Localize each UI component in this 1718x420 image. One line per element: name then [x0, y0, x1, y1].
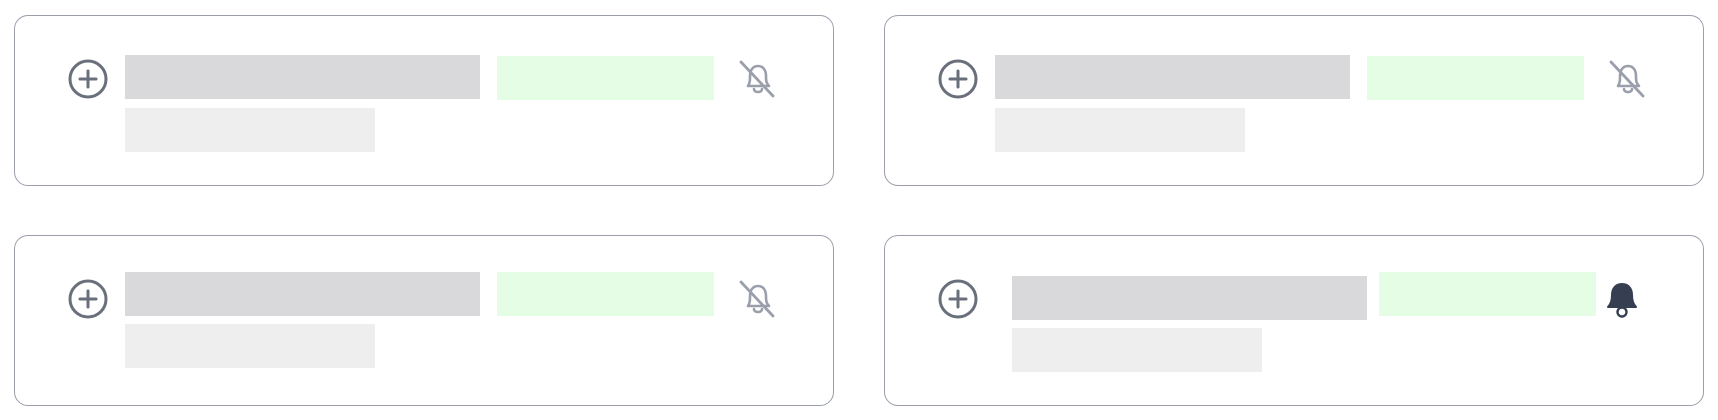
add-button[interactable]	[68, 279, 108, 319]
tag-placeholder	[1367, 56, 1584, 100]
notification-toggle[interactable]	[733, 276, 779, 322]
tag-placeholder	[497, 272, 714, 316]
plus-circle-icon	[68, 279, 108, 319]
plus-circle-icon	[68, 59, 108, 99]
add-button[interactable]	[938, 279, 978, 319]
subtitle-placeholder	[995, 108, 1245, 152]
title-placeholder	[1012, 276, 1367, 320]
title-placeholder	[995, 55, 1350, 99]
bell-off-icon	[739, 280, 775, 318]
add-button[interactable]	[938, 59, 978, 99]
notification-toggle[interactable]	[1600, 276, 1646, 322]
notification-toggle[interactable]	[1603, 56, 1649, 102]
add-button[interactable]	[68, 59, 108, 99]
plus-circle-icon	[938, 279, 978, 319]
bell-off-icon	[739, 60, 775, 98]
item-card	[884, 235, 1704, 406]
item-card	[14, 235, 834, 406]
bell-filled-icon	[1607, 283, 1637, 318]
item-card	[14, 15, 834, 186]
tag-placeholder	[497, 56, 714, 100]
item-card	[884, 15, 1704, 186]
notification-toggle[interactable]	[733, 56, 779, 102]
tag-placeholder	[1379, 272, 1596, 316]
card-grid	[0, 0, 1718, 420]
title-placeholder	[125, 272, 480, 316]
bell-off-icon	[1609, 60, 1645, 98]
title-placeholder	[125, 55, 480, 99]
plus-circle-icon	[938, 59, 978, 99]
subtitle-placeholder	[1012, 328, 1262, 372]
subtitle-placeholder	[125, 108, 375, 152]
subtitle-placeholder	[125, 324, 375, 368]
